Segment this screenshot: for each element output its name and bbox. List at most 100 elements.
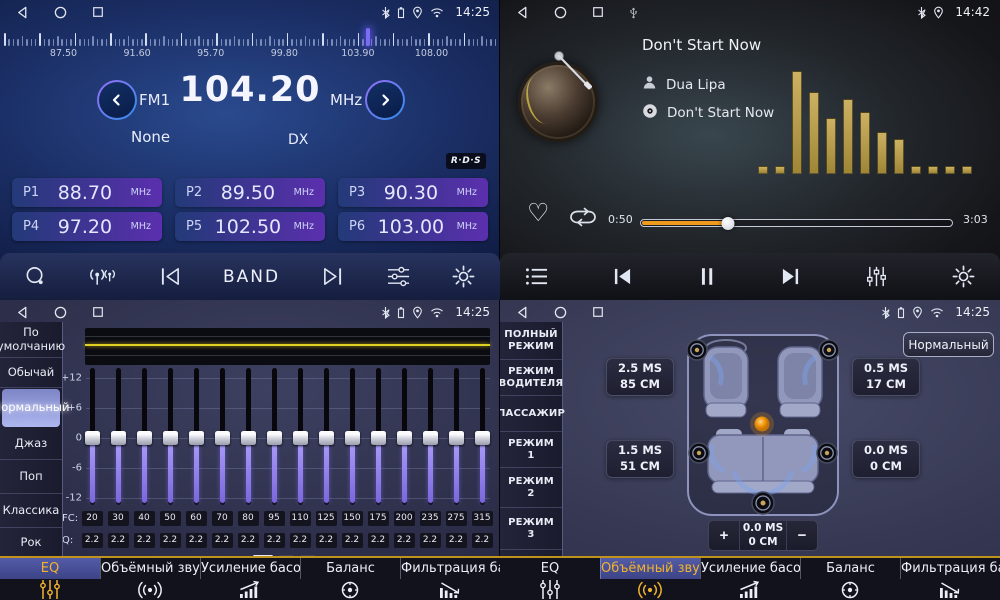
- back-icon[interactable]: [16, 6, 29, 19]
- delay-plus-button[interactable]: +: [709, 521, 739, 550]
- equalizer-icon[interactable]: [864, 265, 889, 288]
- eq-preset-2[interactable]: Обычай: [0, 358, 62, 388]
- eq-preset-3[interactable]: Нормальный: [2, 389, 60, 427]
- recents-icon[interactable]: [592, 6, 604, 18]
- eq-band-knob[interactable]: [137, 431, 152, 445]
- fc-value[interactable]: 80: [238, 511, 259, 526]
- back-icon[interactable]: [516, 306, 529, 319]
- eq-band-knob[interactable]: [267, 431, 282, 445]
- surround-mode-1[interactable]: ПОЛНЫЙ РЕЖИМ: [500, 322, 562, 360]
- eq-band-knob[interactable]: [189, 431, 204, 445]
- fc-value[interactable]: 40: [134, 511, 155, 526]
- fc-value[interactable]: 315: [472, 511, 493, 526]
- fc-value[interactable]: 110: [290, 511, 311, 526]
- settings-icon[interactable]: [451, 264, 476, 289]
- delay-rear-right[interactable]: 0.0 MS 0 CM: [852, 440, 920, 478]
- progress-bar[interactable]: [640, 219, 953, 227]
- eq-preset-1[interactable]: По умолчанию: [0, 322, 62, 358]
- recents-icon[interactable]: [92, 6, 104, 18]
- tab-усиление-басов[interactable]: Усиление басов: [200, 558, 300, 600]
- fc-value[interactable]: 30: [108, 511, 129, 526]
- eq-band-knob[interactable]: [215, 431, 230, 445]
- delay-minus-button[interactable]: −: [787, 521, 817, 550]
- tab-баланс[interactable]: Баланс: [300, 558, 400, 600]
- scan-icon[interactable]: [24, 265, 47, 288]
- eq-band-knob[interactable]: [319, 431, 334, 445]
- fc-value[interactable]: 50: [160, 511, 181, 526]
- broadcast-icon[interactable]: [87, 265, 117, 288]
- progress-knob[interactable]: [722, 217, 735, 230]
- fc-value[interactable]: 235: [420, 511, 441, 526]
- tab-усиление-басов[interactable]: Усиление басов: [700, 558, 800, 600]
- tab-фильтрация-ба[interactable]: Фильтрация ба…: [900, 558, 1000, 600]
- back-icon[interactable]: [16, 306, 29, 319]
- home-icon[interactable]: [54, 6, 67, 19]
- next-station-icon[interactable]: [320, 266, 345, 287]
- radio-preset-p6[interactable]: P6103.00MHz: [338, 212, 488, 241]
- eq-band-knob[interactable]: [85, 431, 100, 445]
- q-value[interactable]: 2.2: [186, 533, 207, 548]
- surround-mode-4[interactable]: РЕЖИМ 1: [500, 432, 562, 468]
- radio-preset-p5[interactable]: P5102.50MHz: [175, 212, 325, 241]
- q-value[interactable]: 2.2: [238, 533, 259, 548]
- eq-band-knob[interactable]: [449, 431, 464, 445]
- surround-mode-3[interactable]: ПАССАЖИР: [500, 396, 562, 432]
- q-value[interactable]: 2.2: [472, 533, 493, 548]
- tune-down-button[interactable]: [97, 80, 137, 120]
- q-value[interactable]: 2.2: [160, 533, 181, 548]
- home-icon[interactable]: [54, 306, 67, 319]
- radio-preset-p1[interactable]: P188.70MHz: [12, 178, 162, 207]
- tab-объёмный-звук[interactable]: Объёмный звук: [600, 558, 700, 600]
- eq-preset-4[interactable]: Джаз: [0, 428, 62, 460]
- eq-band-knob[interactable]: [397, 431, 412, 445]
- back-icon[interactable]: [516, 6, 529, 19]
- fc-value[interactable]: 150: [342, 511, 363, 526]
- fc-value[interactable]: 275: [446, 511, 467, 526]
- q-value[interactable]: 2.2: [108, 533, 129, 548]
- delay-front-right[interactable]: 0.5 MS 17 CM: [852, 358, 920, 396]
- surround-mode-2[interactable]: РЕЖИМ ВОДИТЕЛЯ: [500, 360, 562, 396]
- equalizer-icon[interactable]: [386, 265, 411, 288]
- eq-band-knob[interactable]: [111, 431, 126, 445]
- settings-icon[interactable]: [951, 264, 976, 289]
- surround-mode-5[interactable]: РЕЖИМ 2: [500, 468, 562, 508]
- eq-band-knob[interactable]: [475, 431, 490, 445]
- fc-value[interactable]: 125: [316, 511, 337, 526]
- tab-eq[interactable]: EQ: [500, 558, 600, 600]
- pause-icon[interactable]: [696, 266, 718, 287]
- tune-up-button[interactable]: [365, 80, 405, 120]
- fc-value[interactable]: 175: [368, 511, 389, 526]
- delay-front-left[interactable]: 2.5 MS 85 CM: [606, 358, 674, 396]
- delay-rear-left[interactable]: 1.5 MS 51 CM: [606, 440, 674, 478]
- previous-track-icon[interactable]: [611, 267, 634, 286]
- eq-band-knob[interactable]: [241, 431, 256, 445]
- frequency-ruler[interactable]: [0, 26, 500, 46]
- band-button[interactable]: BAND: [223, 267, 280, 287]
- eq-band-knob[interactable]: [293, 431, 308, 445]
- eq-preset-7[interactable]: Рок: [0, 528, 62, 558]
- surround-mode-6[interactable]: РЕЖИМ 3: [500, 508, 562, 550]
- next-track-icon[interactable]: [779, 267, 802, 286]
- q-value[interactable]: 2.2: [420, 533, 441, 548]
- tab-фильтрация-ба[interactable]: Фильтрация ба…: [400, 558, 500, 600]
- q-value[interactable]: 2.2: [368, 533, 389, 548]
- fc-value[interactable]: 95: [264, 511, 285, 526]
- favorite-icon[interactable]: ♡: [527, 200, 549, 225]
- fc-value[interactable]: 20: [82, 511, 103, 526]
- eq-preset-6[interactable]: Классика: [0, 494, 62, 528]
- q-value[interactable]: 2.2: [82, 533, 103, 548]
- q-value[interactable]: 2.2: [290, 533, 311, 548]
- fc-value[interactable]: 200: [394, 511, 415, 526]
- q-value[interactable]: 2.2: [316, 533, 337, 548]
- radio-preset-p4[interactable]: P497.20MHz: [12, 212, 162, 241]
- q-value[interactable]: 2.2: [264, 533, 285, 548]
- previous-station-icon[interactable]: [158, 266, 183, 287]
- eq-band-knob[interactable]: [345, 431, 360, 445]
- home-icon[interactable]: [554, 306, 567, 319]
- tab-баланс[interactable]: Баланс: [800, 558, 900, 600]
- playlist-icon[interactable]: [524, 266, 549, 287]
- repeat-icon[interactable]: [568, 206, 598, 232]
- eq-preset-5[interactable]: Поп: [0, 460, 62, 494]
- eq-band-knob[interactable]: [423, 431, 438, 445]
- home-icon[interactable]: [554, 6, 567, 19]
